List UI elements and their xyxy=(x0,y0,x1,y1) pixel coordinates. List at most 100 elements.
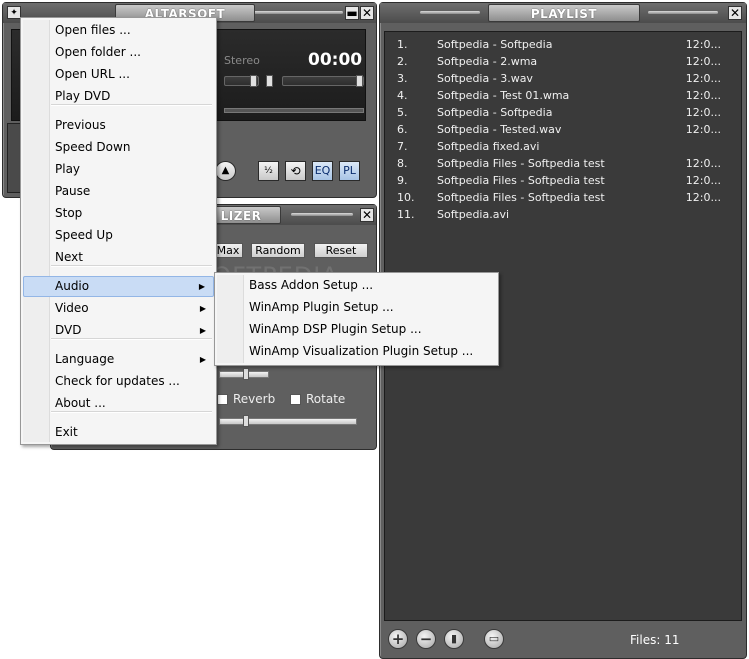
close-button[interactable]: ✕ xyxy=(360,6,374,20)
playlist-item-time: 12:0... xyxy=(685,38,721,51)
volume-knob[interactable] xyxy=(250,75,257,87)
playlist-item[interactable]: 6. Softpedia - Tested.wav 12:0... xyxy=(397,121,735,138)
menu-item-label: Video xyxy=(55,301,89,315)
rotate-checkbox[interactable] xyxy=(290,394,301,405)
playlist-item[interactable]: 8. Softpedia Files - Softpedia test 12:0..… xyxy=(397,155,735,172)
player-menu-icon[interactable]: ✦ xyxy=(7,6,21,19)
playlist-item-num: 4. xyxy=(397,89,408,102)
playlist-item-time: 12:0... xyxy=(685,191,721,204)
playlist-close-button[interactable]: ✕ xyxy=(728,6,742,20)
playlist-item[interactable]: 7. Softpedia fixed.avi xyxy=(397,138,735,155)
menu-item-stop[interactable]: Stop xyxy=(23,203,214,224)
playlist-item-title: Softpedia - Softpedia xyxy=(437,106,553,119)
minimize-button[interactable]: ▬ xyxy=(345,6,359,20)
sort-icon[interactable]: ▮ xyxy=(444,629,464,649)
playlist-item[interactable]: 1. Softpedia - Softpedia 12:0... xyxy=(397,36,735,53)
remove-icon[interactable]: − xyxy=(416,629,436,649)
eq-slider-1-knob[interactable] xyxy=(243,368,249,380)
playlist-title-grip-right xyxy=(648,11,718,14)
playlist-title-grip-left xyxy=(420,11,480,14)
reset-button[interactable]: Reset xyxy=(314,243,368,258)
playlist-item-num: 1. xyxy=(397,38,408,51)
menu-item-label: Next xyxy=(55,250,83,264)
eq-slider-2-knob[interactable] xyxy=(243,415,249,427)
playlist-item[interactable]: 4. Softpedia - Test 01.wma 12:0... xyxy=(397,87,735,104)
stereo-indicator: Stereo xyxy=(224,54,260,67)
playlist-item-num: 11. xyxy=(397,208,415,221)
folder-icon[interactable]: ▭ xyxy=(484,629,504,649)
repeat-button[interactable]: ⟲ xyxy=(285,161,306,181)
audio-submenu: Bass Addon Setup ... WinAmp Plugin Setup … xyxy=(214,272,499,366)
menu-item-label: Check for updates ... xyxy=(55,374,180,388)
submenu-item-label: WinAmp Plugin Setup ... xyxy=(249,300,394,314)
menu-item-previous[interactable]: Previous xyxy=(23,115,214,136)
submenu-arrow-icon: ▶ xyxy=(199,304,206,313)
menu-item-video[interactable]: Video ▶ xyxy=(23,298,214,319)
equalizer-close-button[interactable]: ✕ xyxy=(360,208,374,222)
eject-button[interactable]: ▲ xyxy=(215,161,236,181)
playlist-item-title: Softpedia - Softpedia xyxy=(437,38,553,51)
playlist-item[interactable]: 10. Softpedia Files - Softpedia test 12:0.… xyxy=(397,189,735,206)
menu-item-speed-down[interactable]: Speed Down xyxy=(23,137,214,158)
playlist-item-title: Softpedia Files - Softpedia test xyxy=(437,191,605,204)
eq-slider-2[interactable] xyxy=(219,418,357,425)
menu-item-label: Pause xyxy=(55,184,91,198)
playlist-item[interactable]: 11. Softpedia.avi xyxy=(397,206,735,223)
menu-item-label: Speed Up xyxy=(55,228,113,242)
max-button[interactable]: Max xyxy=(213,243,243,258)
files-count: Files: 11 xyxy=(630,633,680,647)
playlist-item-time: 12:0... xyxy=(685,157,721,170)
add-icon[interactable]: + xyxy=(388,629,408,649)
balance-end-knob[interactable] xyxy=(356,75,363,87)
submenu-item-winamp-dsp-plugin-setup[interactable]: WinAmp DSP Plugin Setup ... xyxy=(217,319,496,340)
playlist-item-title: Softpedia Files - Softpedia test xyxy=(437,157,605,170)
menu-item-check-for-updates[interactable]: Check for updates ... xyxy=(23,371,214,392)
menu-item-label: Speed Down xyxy=(55,140,131,154)
submenu-item-winamp-plugin-setup[interactable]: WinAmp Plugin Setup ... xyxy=(217,297,496,318)
menu-item-label: Open files ... xyxy=(55,23,131,37)
balance-slider[interactable] xyxy=(282,76,364,86)
playlist-item-num: 3. xyxy=(397,72,408,85)
submenu-item-winamp-visualization-plugin-setup[interactable]: WinAmp Visualization Plugin Setup ... xyxy=(217,341,496,362)
pl-toggle-button[interactable]: PL xyxy=(339,161,360,181)
menu-item-label: About ... xyxy=(55,396,106,410)
playlist-item-title: Softpedia fixed.avi xyxy=(437,140,540,153)
submenu-item-bass-addon-setup[interactable]: Bass Addon Setup ... xyxy=(217,275,496,296)
playlist-item[interactable]: 9. Softpedia Files - Softpedia test 12:0..… xyxy=(397,172,735,189)
playlist-item[interactable]: 5. Softpedia - Softpedia 12:0... xyxy=(397,104,735,121)
reverb-checkbox[interactable] xyxy=(217,394,228,405)
menu-item-pause[interactable]: Pause xyxy=(23,181,214,202)
menu-item-speed-up[interactable]: Speed Up xyxy=(23,225,214,246)
playlist-item-time: 12:0... xyxy=(685,89,721,102)
menu-item-open-folder[interactable]: Open folder ... xyxy=(23,42,214,63)
playlist-item-time: 12:0... xyxy=(685,72,721,85)
menu-item-language[interactable]: Language ▶ xyxy=(23,349,214,370)
menu-item-label: Exit xyxy=(55,425,78,439)
menu-item-play[interactable]: Play xyxy=(23,159,214,180)
playlist-item-time: 12:0... xyxy=(685,55,721,68)
playlist-item-num: 9. xyxy=(397,174,408,187)
playlist-item[interactable]: 2. Softpedia - 2.wma 12:0... xyxy=(397,53,735,70)
playlist-item-num: 8. xyxy=(397,157,408,170)
menu-item-audio[interactable]: Audio ▶ xyxy=(23,276,214,297)
menu-separator xyxy=(51,265,212,267)
playlist-item-title: Softpedia - Tested.wav xyxy=(437,123,562,136)
menu-item-open-files[interactable]: Open files ... xyxy=(23,20,214,41)
menu-item-open-url[interactable]: Open URL ... xyxy=(23,64,214,85)
playlist-item-time: 12:0... xyxy=(685,174,721,187)
submenu-arrow-icon: ▶ xyxy=(198,282,205,291)
playlist-title: PLAYLIST xyxy=(488,4,640,22)
playlist-item-num: 7. xyxy=(397,140,408,153)
balance-knob[interactable] xyxy=(266,75,273,87)
menu-item-exit[interactable]: Exit xyxy=(23,422,214,443)
playlist-item-num: 10. xyxy=(397,191,415,204)
menu-item-label: Previous xyxy=(55,118,106,132)
playlist-item-time: 12:0... xyxy=(685,106,721,119)
playlist-titlebar[interactable]: PLAYLIST ✕ xyxy=(380,3,746,23)
seek-bar[interactable] xyxy=(224,108,364,113)
playlist-item[interactable]: 3. Softpedia - 3.wav 12:0... xyxy=(397,70,735,87)
random-button[interactable]: Random xyxy=(251,243,305,258)
half-button[interactable]: ½ xyxy=(258,161,279,181)
menu-item-label: Play xyxy=(55,162,81,176)
eq-toggle-button[interactable]: EQ xyxy=(312,161,333,181)
